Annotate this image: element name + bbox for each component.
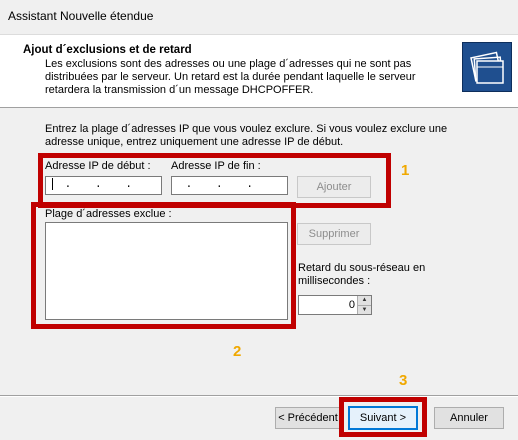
back-button[interactable]: < Précédent (275, 407, 341, 429)
wizard-header: Ajout d´exclusions et de retard Les excl… (0, 34, 518, 108)
header-title: Ajout d´exclusions et de retard (23, 44, 192, 56)
wizard-window: Assistant Nouvelle étendue Ajout d´exclu… (0, 0, 518, 440)
callout-number-2: 2 (233, 343, 242, 360)
cancel-button[interactable]: Annuler (434, 407, 504, 429)
callout-number-1: 1 (401, 162, 410, 179)
annotation-box-ip-fields (38, 153, 391, 208)
header-description: Les exclusions sont des adresses ou une … (45, 58, 416, 96)
delay-label: Retard du sous-réseau en millisecondes : (298, 262, 426, 287)
delay-value: 0 (348, 299, 355, 311)
window-title: Assistant Nouvelle étendue (8, 9, 154, 23)
remove-button[interactable]: Supprimer (297, 223, 371, 245)
dhcp-scope-folders-icon (462, 42, 512, 92)
footer-separator (0, 395, 518, 397)
annotation-box-next-button (339, 397, 427, 437)
spinner-down-icon[interactable]: ▼ (358, 305, 371, 314)
spinner-up-icon[interactable]: ▲ (358, 296, 371, 305)
spinner-buttons: ▲ ▼ (357, 296, 371, 314)
annotation-box-excluded-list (31, 202, 296, 329)
instructions-text: Entrez la plage d´adresses IP que vous v… (45, 123, 448, 148)
callout-number-3: 3 (399, 372, 408, 389)
delay-spinner[interactable]: 0 ▲ ▼ (298, 295, 372, 315)
